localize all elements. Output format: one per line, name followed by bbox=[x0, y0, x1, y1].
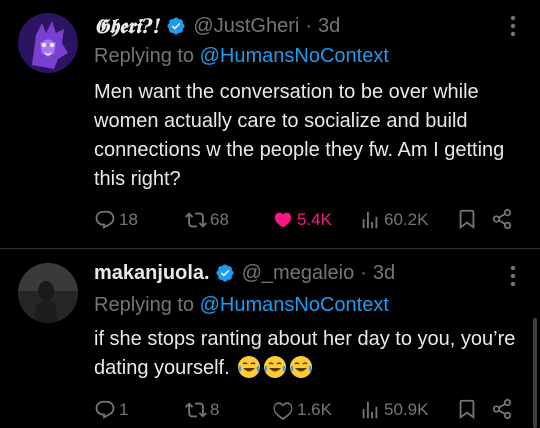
share-icon[interactable] bbox=[491, 398, 513, 420]
views-bar-chart-icon bbox=[362, 211, 378, 229]
tweet-header: 𝕲𝖍𝖊𝖗𝖎?! @JustGheri · 3d bbox=[94, 13, 340, 39]
reply-button[interactable]: 1 bbox=[94, 398, 128, 422]
tweet[interactable]: makanjuola. @_megaleio · 3d Replying to … bbox=[0, 249, 540, 428]
more-options-icon[interactable] bbox=[510, 265, 516, 287]
repost-count: 68 bbox=[210, 210, 229, 229]
tweet-text: Men want the conversation to be over whi… bbox=[94, 81, 505, 190]
timestamp[interactable]: 3d bbox=[373, 262, 395, 285]
replying-to: Replying to @HumansNoContext bbox=[94, 294, 389, 317]
reply-count: 1 bbox=[119, 400, 129, 419]
display-name[interactable]: makanjuola. bbox=[94, 262, 210, 285]
tweet-header: makanjuola. @_megaleio · 3d bbox=[94, 260, 395, 286]
like-button[interactable]: 5.4K bbox=[272, 208, 332, 232]
repost-icon bbox=[185, 212, 207, 228]
verified-badge-icon bbox=[216, 264, 234, 282]
reply-icon bbox=[95, 400, 115, 419]
views-bar-chart-icon bbox=[362, 401, 378, 419]
bookmark-icon[interactable] bbox=[456, 398, 478, 420]
face-with-tears-of-joy-icon bbox=[290, 356, 313, 378]
repost-button[interactable]: 8 bbox=[185, 398, 219, 422]
separator-dot: · bbox=[360, 261, 367, 284]
replying-to-label: Replying to bbox=[94, 45, 200, 67]
reply-icon bbox=[95, 210, 115, 229]
replying-to: Replying to @HumansNoContext bbox=[94, 45, 389, 68]
verified-badge-icon bbox=[167, 17, 185, 35]
repost-icon bbox=[185, 402, 207, 418]
reply-button[interactable]: 18 bbox=[94, 208, 138, 232]
repost-count: 8 bbox=[210, 400, 220, 419]
timestamp[interactable]: 3d bbox=[318, 15, 340, 38]
avatar[interactable] bbox=[18, 263, 78, 323]
display-name[interactable]: 𝕲𝖍𝖊𝖗𝖎?! bbox=[94, 14, 161, 38]
views-count: 60.2K bbox=[384, 210, 429, 229]
like-count: 1.6K bbox=[297, 400, 332, 419]
mention-link[interactable]: @HumansNoContext bbox=[200, 45, 389, 67]
tweet[interactable]: 𝕲𝖍𝖊𝖗𝖎?! @JustGheri · 3d Replying to @Hum… bbox=[0, 0, 540, 248]
separator-dot: · bbox=[305, 14, 312, 37]
heart-filled-icon bbox=[274, 212, 292, 228]
views-button[interactable]: 50.9K bbox=[359, 398, 428, 422]
mention-link[interactable]: @HumansNoContext bbox=[200, 294, 389, 316]
tweet-text-container: if she stops ranting about her day to yo… bbox=[94, 325, 524, 383]
replying-to-label: Replying to bbox=[94, 294, 200, 316]
reply-count: 18 bbox=[119, 210, 138, 229]
face-with-tears-of-joy-icon bbox=[238, 356, 261, 378]
user-handle[interactable]: @_megaleio bbox=[242, 262, 355, 285]
like-button[interactable]: 1.6K bbox=[272, 398, 332, 422]
heart-icon bbox=[273, 402, 293, 420]
repost-button[interactable]: 68 bbox=[185, 208, 229, 232]
avatar[interactable] bbox=[18, 13, 78, 73]
views-button[interactable]: 60.2K bbox=[359, 208, 428, 232]
more-options-icon[interactable] bbox=[510, 15, 516, 37]
face-with-tears-of-joy-icon bbox=[264, 356, 287, 378]
user-handle[interactable]: @JustGheri bbox=[193, 15, 299, 38]
share-icon[interactable] bbox=[491, 208, 513, 230]
like-count: 5.4K bbox=[297, 210, 332, 229]
bookmark-icon[interactable] bbox=[456, 208, 478, 230]
tweet-actions: 1 8 1.6K 50.9K bbox=[94, 398, 524, 422]
scrollbar[interactable] bbox=[533, 318, 537, 428]
tweet-actions: 18 68 5.4K 60.2K bbox=[94, 208, 524, 232]
views-count: 50.9K bbox=[384, 400, 429, 419]
